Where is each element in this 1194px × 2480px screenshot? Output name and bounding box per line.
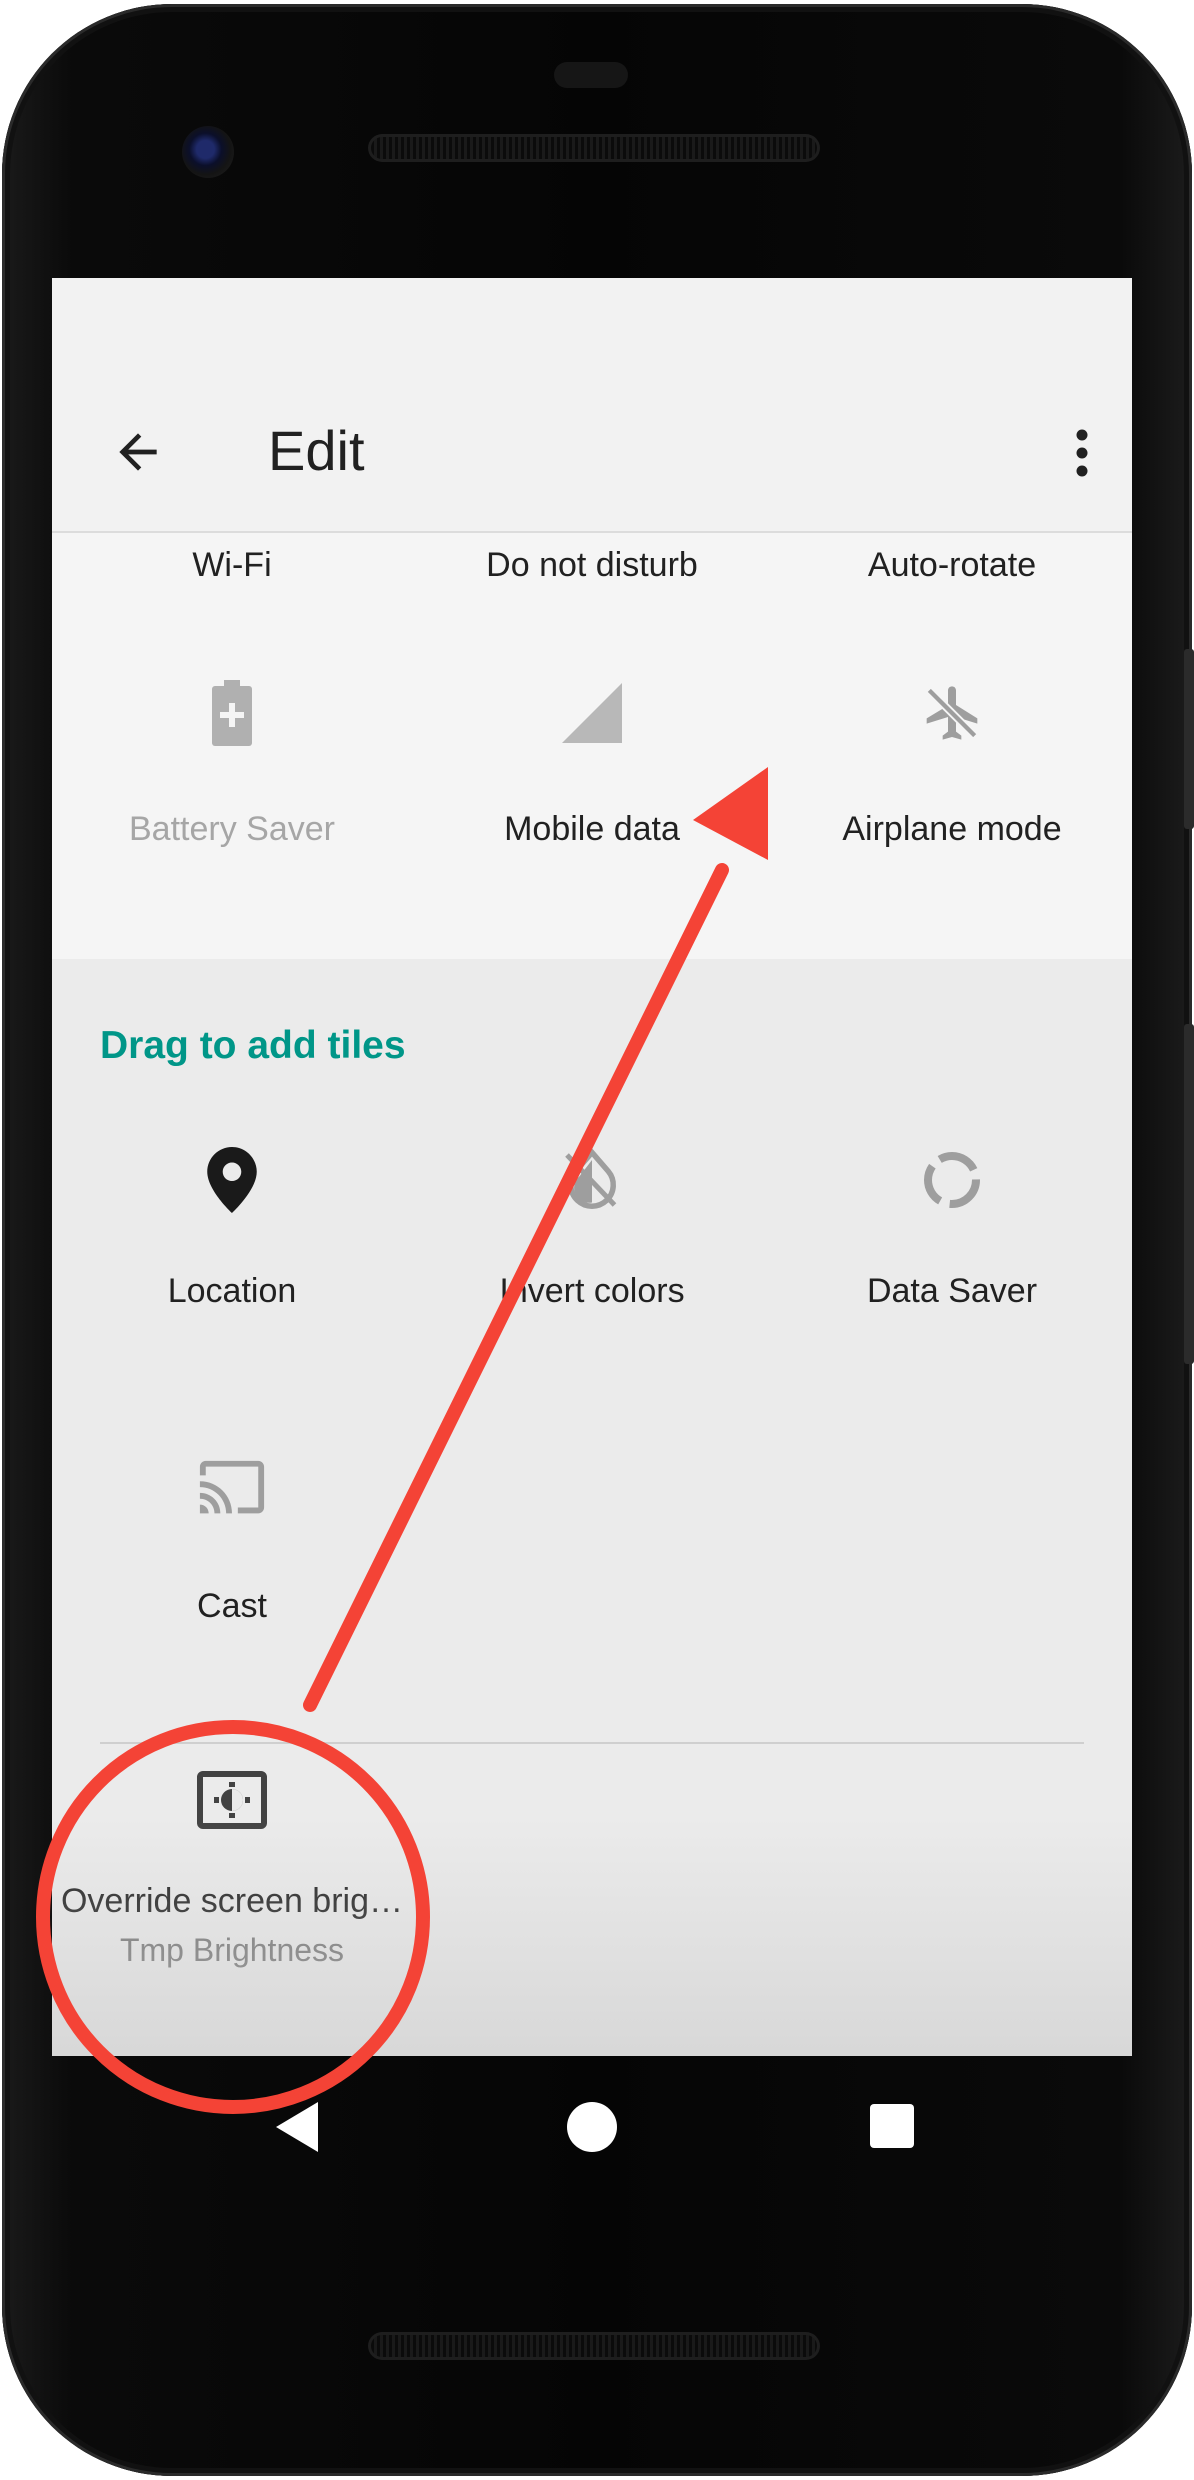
invert-colors-icon [552,1140,632,1220]
proximity-sensor [554,62,628,88]
nav-back-icon [276,2102,318,2152]
tile-label: Override screen brig… [60,1882,403,1920]
tile-label: Battery Saver [129,810,335,848]
tile-override-screen-brightness[interactable]: Override screen brig… Tmp Brightness [52,1760,412,2056]
power-button [1184,649,1194,829]
tile-label: Mobile data [504,810,680,848]
bottom-speaker [368,2332,820,2360]
screen: Edit Wi-Fi Do not disturb Auto-rotate Ba… [52,278,1132,2056]
tile-sublabel: Tmp Brightness [119,1932,345,1968]
page-title: Edit [268,419,365,482]
nav-back-button[interactable] [272,2100,320,2159]
nav-home-button[interactable] [567,2102,617,2152]
earpiece-speaker [368,134,820,162]
section-divider [100,1742,1084,1744]
front-camera [182,126,234,178]
tile-mobile-data[interactable]: Mobile data [412,673,772,973]
mobile-signal-icon [552,673,632,753]
app-bar: Edit [52,278,1132,532]
battery-saver-icon [192,673,272,753]
brightness-icon [192,1760,272,1840]
cast-icon [192,1450,272,1530]
navigation-bar [52,2056,1132,2206]
tile-invert-colors[interactable]: Invert colors [412,1140,772,1440]
nav-recents-button[interactable] [870,2104,914,2148]
airplane-icon [912,673,992,753]
tile-airplane-mode[interactable]: Airplane mode [772,673,1132,973]
tile-label: Airplane mode [842,810,1062,848]
location-pin-icon [192,1140,272,1220]
more-vert-icon [1076,429,1088,477]
tile-label: Location [167,1272,297,1310]
tile-label: Invert colors [499,1272,685,1310]
tile-cast[interactable]: Cast [52,1450,412,1750]
tile-battery-saver[interactable]: Battery Saver [52,673,412,973]
data-saver-icon [912,1140,992,1220]
overflow-menu-button[interactable] [1052,408,1112,498]
tile-auto-rotate-label[interactable]: Auto-rotate [772,544,1132,586]
tile-do-not-disturb-label[interactable]: Do not disturb [412,544,772,586]
tile-location[interactable]: Location [52,1140,412,1440]
volume-rocker [1184,1024,1194,1364]
drag-to-add-title: Drag to add tiles [100,1024,406,1067]
tile-label: Cast [197,1587,267,1625]
arrow-back-icon [119,433,157,471]
tile-data-saver[interactable]: Data Saver [772,1140,1132,1440]
tile-label: Data Saver [866,1272,1038,1310]
tile-wifi-label[interactable]: Wi-Fi [52,544,412,586]
back-button[interactable] [96,410,180,494]
